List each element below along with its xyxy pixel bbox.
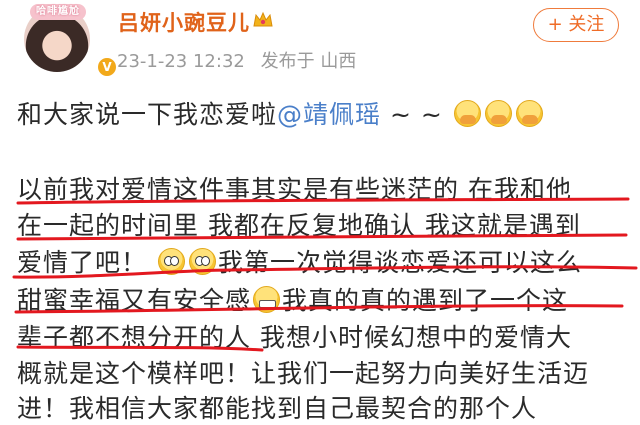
underline-5: [16, 345, 264, 352]
underline-3: [12, 265, 638, 279]
underline-1: [16, 197, 630, 205]
underline-2: [16, 233, 628, 241]
underline-4: [14, 304, 624, 314]
hand-drawn-underlines: [12, 197, 638, 352]
